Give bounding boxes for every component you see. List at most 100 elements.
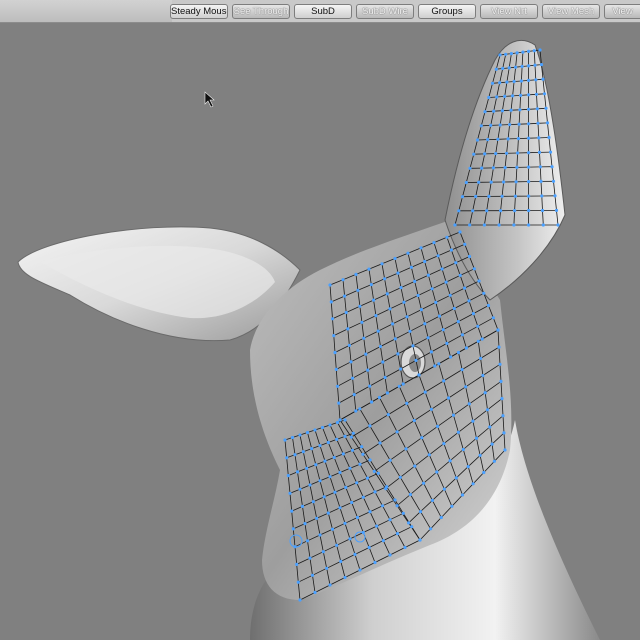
ear-vertex — [453, 223, 457, 227]
muzzle-vertex — [318, 444, 322, 448]
ear-vertex — [516, 151, 520, 155]
head-upper-vertex — [393, 337, 397, 341]
ear-vertex — [494, 152, 498, 156]
head-lower-vertex — [388, 458, 392, 462]
ear-vertex — [457, 209, 461, 213]
head-lower-vertex — [456, 350, 461, 355]
mouse-cursor-icon — [204, 91, 215, 108]
ear-vertex — [540, 194, 544, 198]
ear-vertex — [520, 64, 524, 69]
ear-vertex — [537, 150, 542, 154]
head-lower-vertex — [501, 414, 505, 418]
head-lower-vertex — [405, 401, 409, 405]
muzzle-vertex — [385, 485, 389, 489]
view-mesh-button[interactable]: View Mesh — [542, 4, 600, 19]
head-lower-vertex — [483, 391, 487, 395]
ear-vertex — [541, 77, 545, 81]
ear-vertex — [527, 64, 531, 68]
muzzle-vertex — [326, 440, 330, 445]
head-lower-vertex — [407, 521, 411, 525]
ear-vertex — [515, 165, 519, 169]
ear-vertex — [489, 180, 493, 184]
head-lower-vertex — [474, 436, 479, 440]
head-lower-vertex — [467, 402, 471, 406]
muzzle-vertex — [330, 527, 335, 531]
muzzle-vertex — [311, 500, 315, 504]
head-upper-vertex — [388, 307, 392, 311]
3d-viewport[interactable]: Steady Mouse See Through SubD SubD Wire … — [0, 0, 640, 640]
ear-vertex — [492, 109, 496, 113]
head-lower-vertex — [435, 470, 439, 474]
muzzle-vertex — [388, 553, 392, 557]
muzzle-vertex — [310, 573, 315, 577]
head-lower-vertex — [368, 424, 372, 428]
muzzle-vertex — [365, 476, 370, 480]
head-upper-vertex — [402, 300, 406, 304]
ear-vertex — [498, 123, 502, 127]
head-upper-vertex — [423, 259, 427, 264]
head-upper-vertex — [364, 352, 368, 356]
groups-button[interactable]: Groups — [418, 4, 476, 19]
head-lower-vertex — [492, 459, 496, 463]
head-upper-vertex — [343, 294, 347, 298]
ear-vertex — [508, 123, 512, 127]
head-upper-vertex — [426, 336, 430, 340]
head-lower-vertex — [456, 430, 460, 434]
muzzle-vertex — [318, 533, 322, 537]
ear-vertex — [510, 94, 515, 98]
head-upper-vertex — [448, 293, 452, 297]
ear-vertex — [499, 209, 503, 213]
muzzle-vertex — [288, 491, 292, 495]
muzzle-vertex — [373, 490, 377, 494]
head-upper-vertex — [329, 300, 333, 304]
ear-vertex — [514, 65, 518, 69]
head-lower-vertex — [497, 345, 501, 349]
ear-vertex — [460, 195, 465, 199]
head-upper-vertex — [456, 320, 460, 324]
subd-wire-button[interactable]: SubD Wire — [356, 4, 414, 19]
muzzle-vertex — [355, 515, 360, 520]
muzzle-vertex — [360, 445, 364, 449]
muzzle-vertex — [373, 560, 377, 565]
muzzle-vertex — [305, 466, 309, 470]
muzzle-vertex — [285, 456, 289, 460]
muzzle-vertex — [375, 524, 379, 528]
see-through-button[interactable]: See Through — [232, 4, 290, 19]
muzzle-vertex — [322, 495, 326, 499]
muzzle-vertex — [361, 495, 365, 499]
head-lower-vertex — [404, 447, 408, 451]
muzzle-vertex — [325, 566, 329, 570]
muzzle-vertex — [298, 598, 302, 602]
ear-vertex — [500, 194, 504, 198]
steady-mouse-button[interactable]: Steady Mouse — [170, 4, 228, 19]
ear-vertex — [500, 109, 504, 113]
head-lower-vertex — [490, 442, 494, 446]
muzzle-vertex — [339, 559, 343, 564]
head-upper-vertex — [344, 310, 348, 315]
muzzle-vertex — [300, 504, 305, 508]
muzzle-vertex — [305, 430, 310, 435]
ear-vertex — [506, 137, 510, 141]
ear-vertex — [509, 108, 513, 112]
ear-vertex — [538, 165, 542, 169]
view-nrt-button[interactable]: View Nrt — [480, 4, 538, 19]
head-upper-vertex — [383, 375, 387, 380]
ear-vertex — [519, 79, 524, 83]
head-upper-vertex — [436, 254, 440, 258]
head-lower-vertex — [423, 390, 427, 394]
view-button[interactable]: View — [604, 4, 640, 19]
head-lower-vertex — [460, 368, 464, 372]
head-lower-vertex — [498, 362, 502, 366]
head-upper-vertex — [486, 303, 491, 308]
head-upper-vertex — [408, 329, 412, 333]
ear-vertex — [513, 209, 517, 213]
ear-vertex — [487, 95, 491, 100]
head-lower-vertex — [437, 362, 441, 366]
head-lower-vertex — [503, 448, 507, 452]
head-upper-vertex — [480, 337, 484, 341]
muzzle-vertex — [290, 435, 295, 440]
head-upper-vertex — [413, 279, 417, 283]
ear-vertex — [512, 79, 516, 84]
subd-button[interactable]: SubD — [294, 4, 352, 19]
model-scene[interactable] — [0, 0, 640, 640]
